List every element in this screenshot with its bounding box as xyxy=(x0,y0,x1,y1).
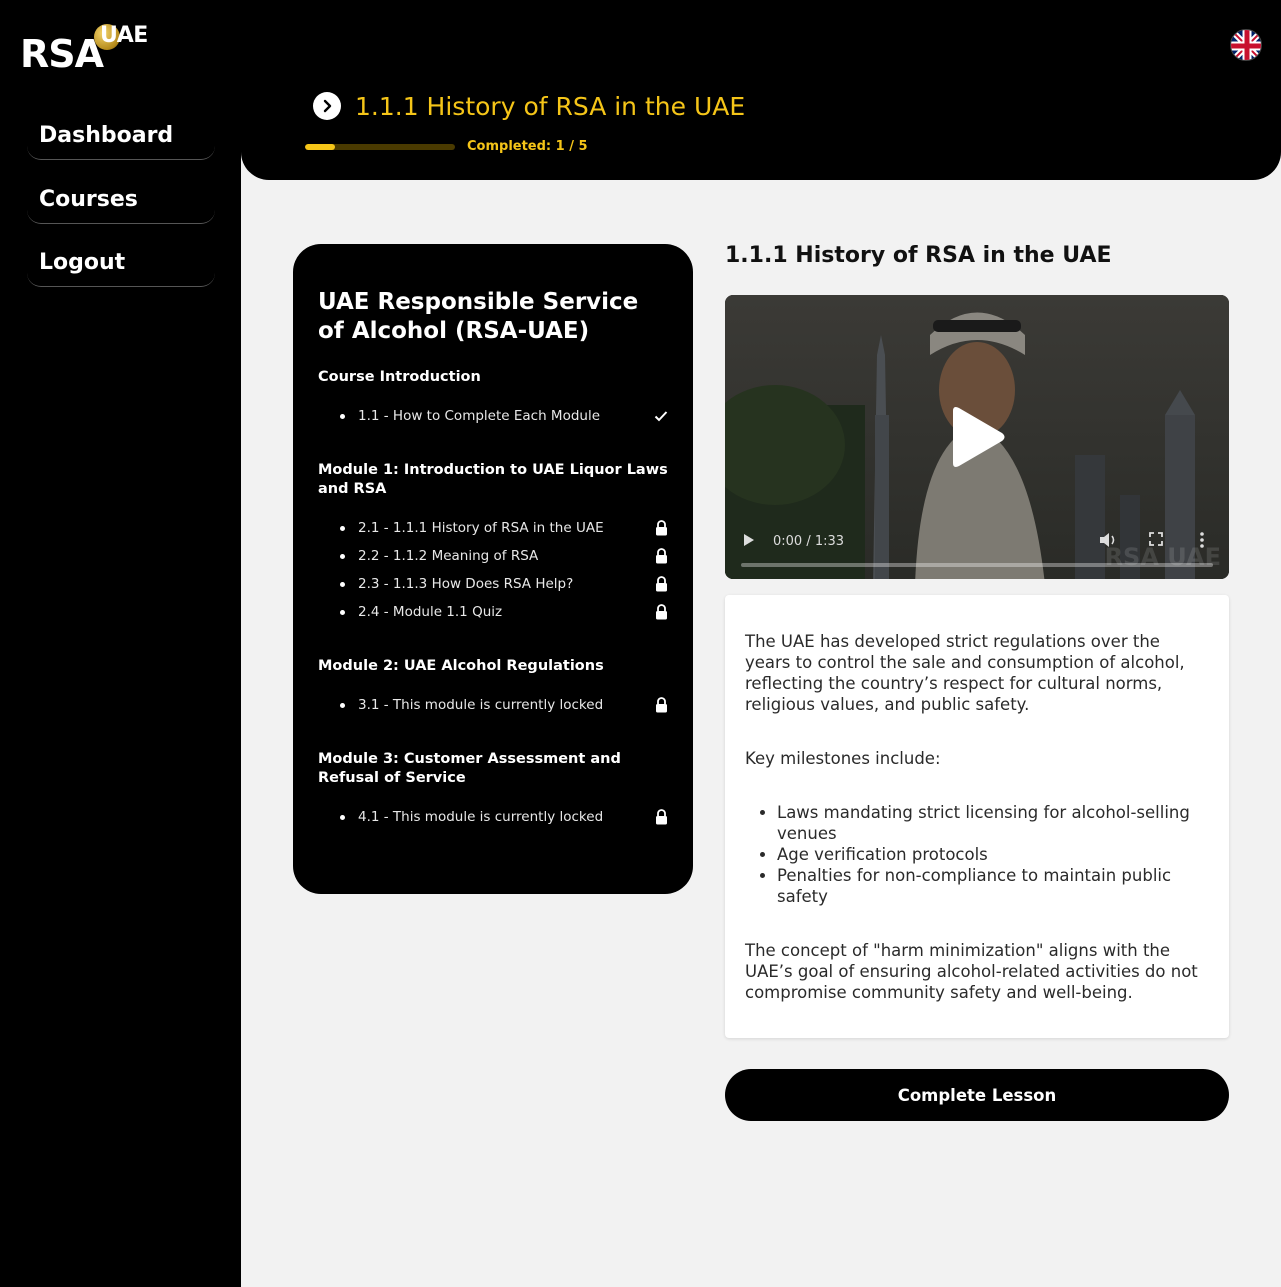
lock-icon xyxy=(653,519,669,537)
logo-text-rsa: RSA xyxy=(20,32,104,76)
module-block: Module 3: Customer Assessment and Refusa… xyxy=(318,750,669,836)
module-title: Module 1: Introduction to UAE Liquor Law… xyxy=(318,462,668,497)
module-block: Course Introduction 1.1 - How to Complet… xyxy=(318,368,669,435)
video-controls: 0:00 / 1:33 xyxy=(725,519,1229,579)
lesson-label: 2.3 - 1.1.3 How Does RSA Help? xyxy=(358,576,574,592)
sidebar: RSA UAE Dashboard Courses Logout xyxy=(0,0,241,1287)
lock-icon xyxy=(653,575,669,593)
module-block: Module 1: Introduction to UAE Liquor Law… xyxy=(318,461,669,631)
lesson-item[interactable]: 1.1 - How to Complete Each Module xyxy=(318,407,669,435)
progress-fill xyxy=(305,144,335,150)
main-area: 1.1.1 History of RSA in the UAE Complete… xyxy=(241,0,1281,1287)
module-block: Module 2: UAE Alcohol Regulations 3.1 - … xyxy=(318,657,669,724)
rsa-uae-logo[interactable]: RSA UAE xyxy=(20,20,148,76)
sidebar-item-logout[interactable]: Logout xyxy=(27,243,215,287)
bullet xyxy=(340,703,345,708)
lesson-text: The UAE has developed strict regulations… xyxy=(725,595,1229,1038)
lesson-item[interactable]: 4.1 - This module is currently locked xyxy=(318,808,669,836)
list-item: Age verification protocols xyxy=(777,844,1209,865)
video-scrubber[interactable] xyxy=(741,563,1213,567)
bullet xyxy=(340,610,345,615)
milestone-list: Laws mandating strict licensing for alco… xyxy=(777,802,1209,907)
course-title: UAE Responsible Service of Alcohol (RSA-… xyxy=(318,289,639,344)
lesson-title: 1.1.1 History of RSA in the UAE xyxy=(355,91,746,121)
bullet xyxy=(340,815,345,820)
bullet xyxy=(340,554,345,559)
sidebar-item-courses[interactable]: Courses xyxy=(27,180,215,224)
lesson-header: 1.1.1 History of RSA in the UAE Complete… xyxy=(241,0,1281,180)
lesson-item[interactable]: 2.3 - 1.1.3 How Does RSA Help? xyxy=(318,575,669,603)
lesson-item[interactable]: 2.4 - Module 1.1 Quiz xyxy=(318,603,669,631)
list-item: Penalties for non-compliance to maintain… xyxy=(777,865,1209,907)
complete-lesson-button[interactable]: Complete Lesson xyxy=(725,1069,1229,1121)
lock-icon xyxy=(653,808,669,826)
lesson-label: 4.1 - This module is currently locked xyxy=(358,809,604,825)
lock-icon xyxy=(653,696,669,714)
progress-label: Completed: 1 / 5 xyxy=(467,139,588,154)
lesson-paragraph: Key milestones include: xyxy=(745,749,941,768)
uk-flag-icon[interactable] xyxy=(1230,29,1262,61)
fullscreen-icon[interactable] xyxy=(1149,532,1163,550)
lesson-item[interactable]: 2.2 - 1.1.2 Meaning of RSA xyxy=(318,547,669,575)
list-item: Laws mandating strict licensing for alco… xyxy=(777,802,1209,844)
module-title: Course Introduction xyxy=(318,369,481,385)
play-icon[interactable] xyxy=(743,533,755,551)
module-title: Module 2: UAE Alcohol Regulations xyxy=(318,658,604,674)
chevron-right-icon[interactable] xyxy=(313,92,341,120)
lesson-paragraph: The UAE has developed strict regulations… xyxy=(745,632,1185,714)
module-title: Module 3: Customer Assessment and Refusa… xyxy=(318,751,621,786)
progress-bar xyxy=(305,144,455,150)
lesson-item[interactable]: 3.1 - This module is currently locked xyxy=(318,696,669,724)
video-player[interactable]: RSA UAE 0:00 / 1:33 xyxy=(725,295,1229,579)
lesson-label: 2.1 - 1.1.1 History of RSA in the UAE xyxy=(358,520,604,536)
sidebar-item-dashboard[interactable]: Dashboard xyxy=(27,116,215,160)
content-title: 1.1.1 History of RSA in the UAE xyxy=(725,243,1112,268)
more-options-icon[interactable] xyxy=(1199,531,1205,553)
video-time: 0:00 / 1:33 xyxy=(773,534,845,549)
checkmark-icon xyxy=(653,407,669,425)
bullet xyxy=(340,526,345,531)
lesson-label: 2.2 - 1.1.2 Meaning of RSA xyxy=(358,548,539,564)
lesson-label: 2.4 - Module 1.1 Quiz xyxy=(358,604,503,620)
lock-icon xyxy=(653,603,669,621)
lesson-paragraph: The concept of "harm minimization" align… xyxy=(745,941,1198,1002)
bullet xyxy=(340,414,345,419)
volume-icon[interactable] xyxy=(1099,532,1117,552)
lesson-label: 3.1 - This module is currently locked xyxy=(358,697,604,713)
lesson-item[interactable]: 2.1 - 1.1.1 History of RSA in the UAE xyxy=(318,519,669,547)
play-icon[interactable] xyxy=(947,405,1007,469)
lesson-label: 1.1 - How to Complete Each Module xyxy=(358,408,601,424)
logo-text-uae: UAE xyxy=(100,23,148,48)
bullet xyxy=(340,582,345,587)
lesson-heading: 1.1.1 History of RSA in the UAE xyxy=(313,88,745,124)
lock-icon xyxy=(653,547,669,565)
course-outline: UAE Responsible Service of Alcohol (RSA-… xyxy=(293,244,693,894)
